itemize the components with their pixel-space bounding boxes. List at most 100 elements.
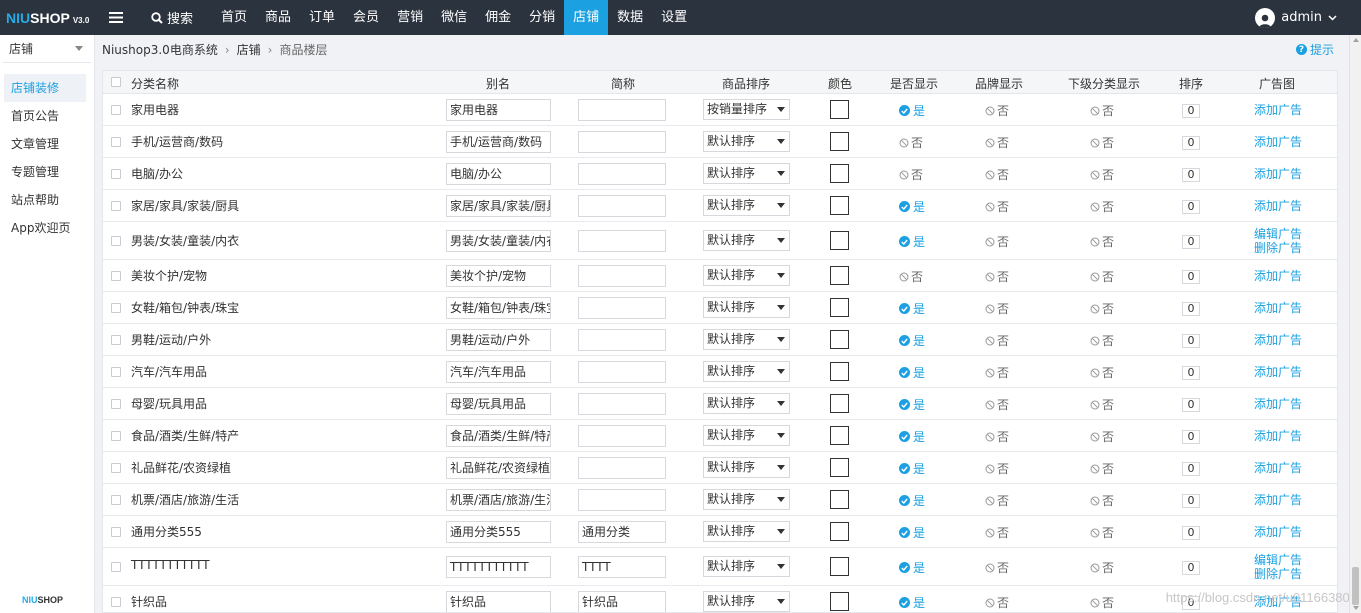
- brand-toggle[interactable]: 否: [985, 268, 1009, 285]
- alias-input[interactable]: 美妆个护/宠物: [446, 265, 551, 287]
- color-swatch[interactable]: [830, 100, 849, 119]
- short-name-input[interactable]: [578, 393, 666, 415]
- row-checkbox[interactable]: [111, 597, 121, 607]
- sub-category-toggle[interactable]: 否: [1090, 460, 1114, 477]
- breadcrumb-shop[interactable]: 店铺: [237, 41, 261, 58]
- short-name-input[interactable]: [578, 195, 666, 217]
- edit-ad-link[interactable]: 编辑广告: [1254, 227, 1302, 241]
- color-swatch[interactable]: [830, 330, 849, 349]
- add-ad-link[interactable]: 添加广告: [1254, 461, 1302, 475]
- edit-ad-link[interactable]: 编辑广告: [1254, 553, 1302, 567]
- sort-order-input[interactable]: 0: [1182, 462, 1200, 476]
- color-swatch[interactable]: [830, 266, 849, 285]
- nav-item[interactable]: 微信: [432, 0, 476, 35]
- brand-toggle[interactable]: 否: [985, 492, 1009, 509]
- color-swatch[interactable]: [830, 490, 849, 509]
- color-swatch[interactable]: [830, 394, 849, 413]
- brand-toggle[interactable]: 否: [985, 524, 1009, 541]
- sub-category-toggle[interactable]: 否: [1090, 268, 1114, 285]
- short-name-input[interactable]: [578, 425, 666, 447]
- sort-type-select[interactable]: 默认排序: [703, 230, 790, 251]
- nav-item[interactable]: 会员: [344, 0, 388, 35]
- add-ad-link[interactable]: 添加广告: [1254, 493, 1302, 507]
- row-checkbox[interactable]: [111, 236, 121, 246]
- alias-input[interactable]: 针织品: [446, 591, 551, 612]
- brand-toggle[interactable]: 否: [985, 102, 1009, 119]
- sub-category-toggle[interactable]: 否: [1090, 364, 1114, 381]
- breadcrumb-home[interactable]: Niushop3.0电商系统: [102, 41, 218, 58]
- brand-toggle[interactable]: 否: [985, 396, 1009, 413]
- search-button[interactable]: 搜索: [137, 8, 212, 27]
- show-toggle[interactable]: 是: [899, 594, 925, 611]
- add-ad-link[interactable]: 添加广告: [1254, 365, 1302, 379]
- sub-category-toggle[interactable]: 否: [1090, 594, 1114, 611]
- brand-toggle[interactable]: 否: [985, 428, 1009, 445]
- show-toggle[interactable]: 是: [899, 364, 925, 381]
- add-ad-link[interactable]: 添加广告: [1254, 135, 1302, 149]
- sub-category-toggle[interactable]: 否: [1090, 134, 1114, 151]
- short-name-input[interactable]: [578, 230, 666, 252]
- sort-order-input[interactable]: 0: [1182, 430, 1200, 444]
- short-name-input[interactable]: [578, 489, 666, 511]
- short-name-input[interactable]: [578, 131, 666, 153]
- sub-category-toggle[interactable]: 否: [1090, 559, 1114, 576]
- alias-input[interactable]: 母婴/玩具用品: [446, 393, 551, 415]
- show-toggle[interactable]: 是: [899, 102, 925, 119]
- color-swatch[interactable]: [830, 231, 849, 250]
- sort-order-input[interactable]: 0: [1182, 270, 1200, 284]
- short-name-input[interactable]: 通用分类: [578, 521, 666, 543]
- add-ad-link[interactable]: 添加广告: [1254, 397, 1302, 411]
- alias-input[interactable]: 手机/运营商/数码: [446, 131, 551, 153]
- help-tip-button[interactable]: ? 提示: [1295, 41, 1334, 58]
- sort-order-input[interactable]: 0: [1182, 136, 1200, 150]
- sort-type-select[interactable]: 默认排序: [703, 521, 790, 542]
- row-checkbox[interactable]: [111, 562, 121, 572]
- row-checkbox[interactable]: [111, 201, 121, 211]
- sort-order-input[interactable]: 0: [1182, 366, 1200, 380]
- sort-order-input[interactable]: 0: [1182, 235, 1200, 249]
- brand-toggle[interactable]: 否: [985, 460, 1009, 477]
- nav-item[interactable]: 首页: [212, 0, 256, 35]
- sort-type-select[interactable]: 默认排序: [703, 591, 790, 612]
- sub-category-toggle[interactable]: 否: [1090, 198, 1114, 215]
- brand-toggle[interactable]: 否: [985, 300, 1009, 317]
- sort-type-select[interactable]: 默认排序: [703, 393, 790, 414]
- add-ad-link[interactable]: 添加广告: [1254, 301, 1302, 315]
- show-toggle[interactable]: 是: [899, 428, 925, 445]
- show-toggle[interactable]: 是: [899, 396, 925, 413]
- sort-type-select[interactable]: 默认排序: [703, 329, 790, 350]
- show-toggle[interactable]: 否: [899, 134, 923, 151]
- select-all-checkbox[interactable]: [111, 77, 121, 87]
- sort-order-input[interactable]: 0: [1182, 302, 1200, 316]
- sub-category-toggle[interactable]: 否: [1090, 300, 1114, 317]
- sort-type-select[interactable]: 默认排序: [703, 425, 790, 446]
- show-toggle[interactable]: 是: [899, 198, 925, 215]
- row-checkbox[interactable]: [111, 137, 121, 147]
- brand-toggle[interactable]: 否: [985, 233, 1009, 250]
- nav-item[interactable]: 订单: [300, 0, 344, 35]
- show-toggle[interactable]: 否: [899, 268, 923, 285]
- sidebar-item[interactable]: 首页公告: [4, 102, 86, 130]
- alias-input[interactable]: 机票/酒店/旅游/生活: [446, 489, 551, 511]
- brand-toggle[interactable]: 否: [985, 166, 1009, 183]
- sidebar-item[interactable]: 专题管理: [4, 158, 86, 186]
- add-ad-link[interactable]: 添加广告: [1254, 269, 1302, 283]
- sub-category-toggle[interactable]: 否: [1090, 332, 1114, 349]
- show-toggle[interactable]: 是: [899, 524, 925, 541]
- show-toggle[interactable]: 是: [899, 233, 925, 250]
- delete-ad-link[interactable]: 删除广告: [1254, 567, 1302, 581]
- sort-type-select[interactable]: 默认排序: [703, 556, 790, 577]
- show-toggle[interactable]: 是: [899, 460, 925, 477]
- brand-logo[interactable]: NIU SHOP V3.0: [0, 10, 95, 26]
- color-swatch[interactable]: [830, 362, 849, 381]
- scroll-up-arrow-icon[interactable]: [1353, 38, 1359, 42]
- brand-toggle[interactable]: 否: [985, 134, 1009, 151]
- add-ad-link[interactable]: 添加广告: [1254, 429, 1302, 443]
- short-name-input[interactable]: [578, 163, 666, 185]
- nav-item[interactable]: 佣金: [476, 0, 520, 35]
- user-menu[interactable]: admin: [1255, 0, 1337, 35]
- brand-toggle[interactable]: 否: [985, 594, 1009, 611]
- menu-toggle-icon[interactable]: [95, 12, 137, 23]
- sub-category-toggle[interactable]: 否: [1090, 233, 1114, 250]
- sort-type-select[interactable]: 默认排序: [703, 163, 790, 184]
